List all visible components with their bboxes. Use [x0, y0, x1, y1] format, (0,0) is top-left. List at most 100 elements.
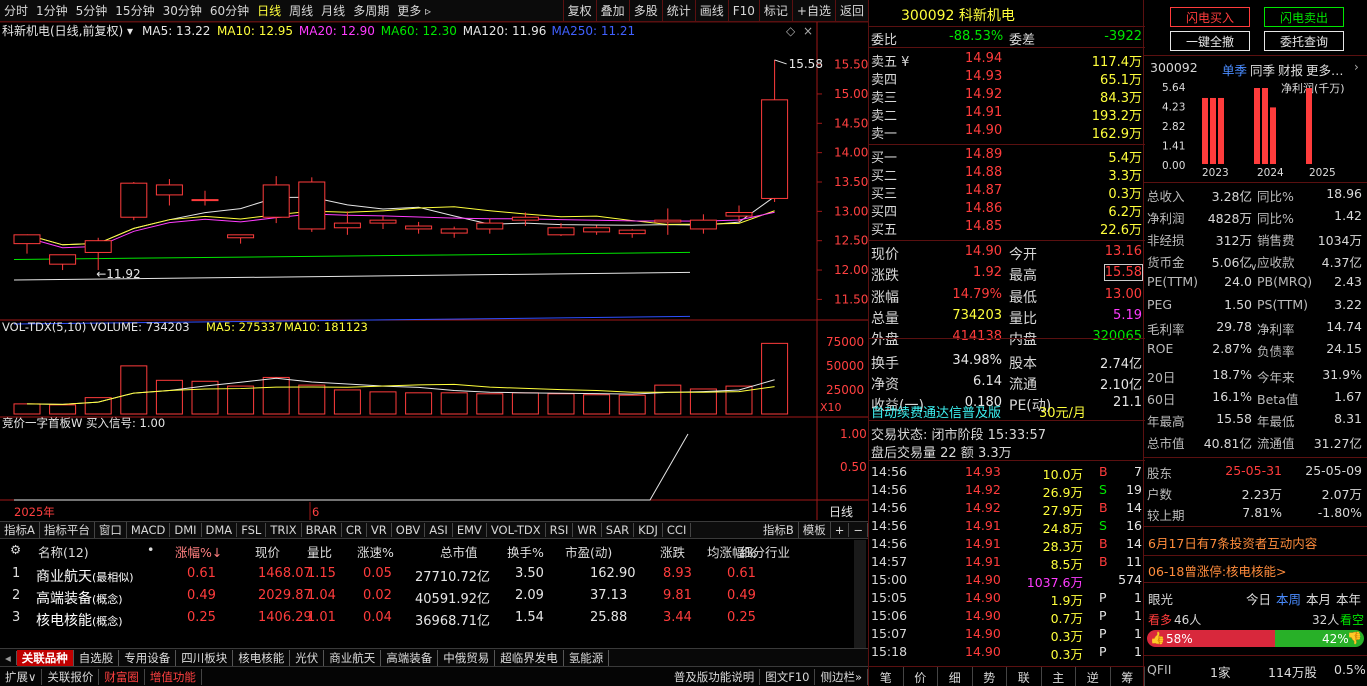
period-1[interactable]: 1分钟 [32, 2, 72, 19]
candle[interactable] [191, 199, 219, 202]
sector-tab-10[interactable]: 氢能源 [564, 649, 610, 666]
candle[interactable] [49, 254, 77, 265]
col-header-3[interactable]: 量比 [307, 542, 332, 561]
thumb-up-icon[interactable]: 👍 [1150, 631, 1165, 645]
ask-row[interactable]: 卖三 14.92 84.3万 [869, 86, 1145, 106]
bid-row[interactable]: 买二 14.88 3.3万 [869, 164, 1145, 184]
indicator-5[interactable]: DMA [202, 523, 238, 537]
col-header-10[interactable]: 细分行业 [740, 542, 790, 561]
bottom-left-3[interactable]: 增值功能 [145, 668, 202, 685]
bottom-right-0[interactable]: 普及版功能说明 [669, 668, 761, 685]
indicator-8[interactable]: BRAR [302, 523, 342, 537]
indicator-6[interactable]: FSL [237, 523, 267, 537]
mid-tab-5[interactable]: 主 [1042, 667, 1076, 686]
tool-3[interactable]: 统计 [663, 2, 695, 19]
news-item-0[interactable]: 6月17日有7条投资者互动内容 [1148, 533, 1317, 552]
candle[interactable] [761, 99, 789, 199]
indicator-19[interactable]: CCI [663, 523, 692, 537]
col-header-8[interactable]: 涨跌 [660, 542, 685, 561]
tool-7[interactable]: +自选 [793, 2, 835, 19]
sector-tab-3[interactable]: 四川板块 [176, 649, 234, 666]
candle[interactable] [440, 228, 468, 234]
sector-tab-6[interactable]: 商业航天 [324, 649, 382, 666]
tool-4[interactable]: 画线 [696, 2, 728, 19]
indicator-18[interactable]: KDJ [634, 523, 663, 537]
eye-tab-1[interactable]: 本周 [1276, 589, 1301, 608]
trade-button-3[interactable]: 委托查询 [1264, 31, 1344, 51]
news-item-1[interactable]: 06-18曾涨停:核电核能> [1148, 561, 1287, 580]
candle[interactable] [511, 216, 539, 221]
tool-0[interactable]: 复权 [564, 2, 596, 19]
period-7[interactable]: 周线 [285, 2, 317, 19]
indicator-12[interactable]: ASI [425, 523, 453, 537]
indicator-9[interactable]: CR [342, 523, 367, 537]
indicator-4[interactable]: DMI [170, 523, 202, 537]
candle[interactable] [13, 234, 41, 245]
col-header-7[interactable]: 市盈(动) [565, 542, 612, 561]
sector-tab-8[interactable]: 中俄贸易 [438, 649, 496, 666]
trade-button-1[interactable]: 闪电卖出 [1264, 7, 1344, 27]
mid-tab-2[interactable]: 细 [938, 667, 973, 686]
indicator-13[interactable]: EMV [453, 523, 487, 537]
fin-tab-3[interactable]: 更多… [1306, 60, 1344, 79]
bid-row[interactable]: 买四 14.86 6.2万 [869, 200, 1145, 220]
indicator-0[interactable]: 指标A [0, 522, 40, 538]
period-6[interactable]: 日线 [253, 2, 285, 19]
col-header-5[interactable]: 总市值 [440, 542, 478, 561]
candle[interactable] [689, 219, 717, 230]
period-8[interactable]: 月线 [317, 2, 349, 19]
indicator-right-1[interactable]: 模板 [799, 522, 831, 538]
mid-tab-7[interactable]: 筹 [1111, 667, 1145, 686]
table-row[interactable]: 3 核电核能(概念) 0.25 1406.29 1.01 0.04 36968.71亿 1.5… [0, 608, 868, 630]
bottom-right-1[interactable]: 图文F10 [760, 668, 816, 685]
table-row[interactable]: 1 商业航天(最相似) 0.61 1468.07 1.15 0.05 27710.72亿 3.… [0, 564, 868, 586]
candle[interactable] [298, 181, 326, 230]
period-5[interactable]: 60分钟 [206, 2, 253, 19]
candle[interactable] [120, 182, 148, 218]
tool-5[interactable]: F10 [729, 4, 759, 18]
col-header-6[interactable]: 换手% [507, 542, 544, 561]
bottom-right-2[interactable]: 侧边栏» [815, 668, 868, 685]
candle[interactable] [369, 219, 397, 224]
indicator-10[interactable]: VR [367, 523, 392, 537]
gear-icon[interactable]: ⚙ [10, 542, 21, 557]
bottom-left-0[interactable]: 扩展∨ [0, 668, 43, 685]
sector-tab-9[interactable]: 超临界发电 [495, 649, 564, 666]
ad-row[interactable]: 自动续费通达信普及版 30元/月 [869, 401, 1145, 421]
indicator-right-2[interactable]: + [831, 523, 850, 537]
diamond-icon[interactable]: ◇ [786, 24, 796, 38]
sector-tab-5[interactable]: 光伏 [290, 649, 325, 666]
col-header-2[interactable]: 现价 [255, 542, 280, 561]
bid-row[interactable]: 买一 14.89 5.4万 [869, 146, 1145, 166]
indicator-right-3[interactable]: − [849, 523, 868, 537]
indicator-3[interactable]: MACD [127, 523, 171, 537]
candle[interactable] [476, 222, 504, 230]
indicator-16[interactable]: WR [573, 523, 602, 537]
period-10[interactable]: 更多 ▹ [393, 2, 435, 19]
fin-tab-0[interactable]: 单季 [1222, 60, 1247, 79]
candle[interactable] [618, 229, 646, 235]
trade-button-0[interactable]: 闪电买入 [1170, 7, 1250, 27]
candle[interactable] [725, 212, 753, 217]
sector-tab-4[interactable]: 核电核能 [233, 649, 291, 666]
table-row[interactable]: 2 高端装备(概念) 0.49 2029.87 1.04 0.02 40591.92亿 2.0… [0, 586, 868, 608]
bid-row[interactable]: 买三 14.87 0.3万 [869, 182, 1145, 202]
eye-tab-2[interactable]: 本月 [1306, 589, 1331, 608]
close-icon[interactable]: × [803, 24, 813, 38]
eye-tab-3[interactable]: 本年 [1336, 589, 1361, 608]
indicator-15[interactable]: RSI [546, 523, 574, 537]
candle[interactable] [227, 234, 255, 239]
candle[interactable] [155, 184, 183, 196]
tab-left-arrow[interactable]: ◂ [0, 650, 17, 665]
indicator-17[interactable]: SAR [602, 523, 635, 537]
mid-tab-0[interactable]: 笔 [869, 667, 904, 686]
ask-row[interactable]: 卖四 14.93 65.1万 [869, 68, 1145, 88]
candle[interactable] [262, 184, 290, 218]
mid-tab-4[interactable]: 联 [1007, 667, 1042, 686]
tool-8[interactable]: 返回 [836, 2, 868, 19]
tool-2[interactable]: 多股 [630, 2, 662, 19]
indicator-7[interactable]: TRIX [266, 523, 302, 537]
thumb-down-icon[interactable]: 👎 [1347, 631, 1362, 645]
mid-tab-3[interactable]: 势 [973, 667, 1007, 686]
mid-tab-1[interactable]: 价 [904, 667, 938, 686]
